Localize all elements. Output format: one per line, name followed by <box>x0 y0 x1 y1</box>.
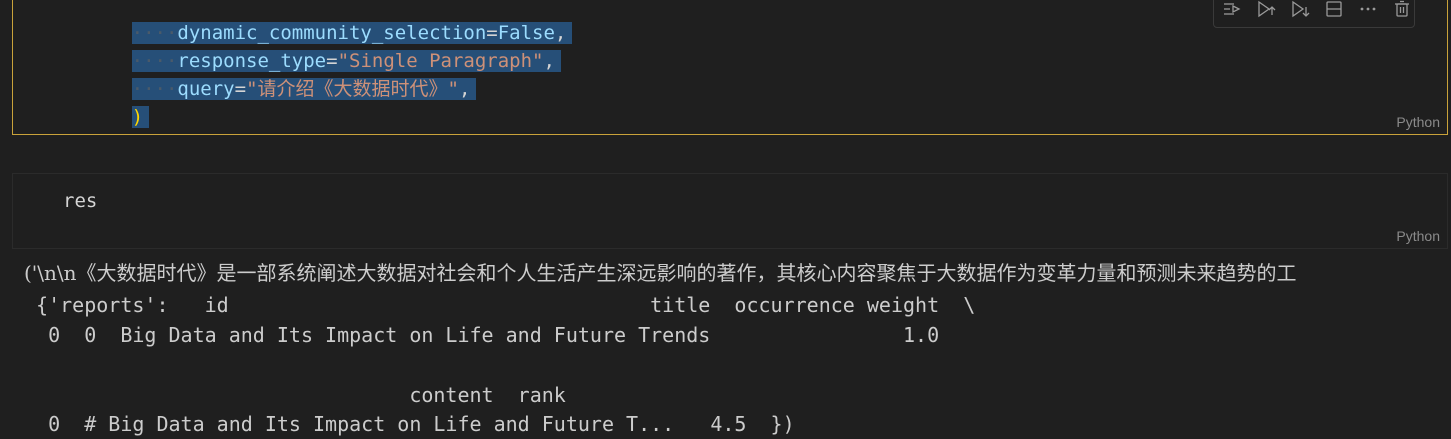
output-line: content rank <box>24 383 566 407</box>
comma: , <box>458 78 471 100</box>
output-line: ('\n\n《大数据时代》是一部系统阐述大数据对社会和个人生活产生深远影响的著作… <box>24 261 1297 285</box>
code-cell[interactable]: res Python <box>12 173 1448 249</box>
param-name: query <box>177 78 235 100</box>
code-line[interactable]: ····query="请介绍《大数据时代》", <box>63 47 477 100</box>
code-line[interactable]: ) <box>63 75 150 128</box>
code-line[interactable]: ····response_type="Single Paragraph", <box>63 19 561 72</box>
notebook-editor: ····dynamic_community_selection=False, ·… <box>0 0 1451 439</box>
more-actions-icon[interactable] <box>1358 0 1378 19</box>
cell-language-label[interactable]: Python <box>1396 228 1440 244</box>
execute-below-icon[interactable] <box>1290 0 1310 19</box>
cell-language-label[interactable]: Python <box>1396 114 1440 130</box>
execute-above-icon[interactable] <box>1256 0 1276 19</box>
code-line[interactable]: res <box>63 190 97 212</box>
cell-toolbar <box>1213 0 1415 28</box>
param-value: "请介绍《大数据时代》" <box>246 78 459 100</box>
delete-cell-icon[interactable] <box>1392 0 1412 19</box>
close-paren: ) <box>131 106 144 128</box>
output-line: 0 # Big Data and Its Impact on Life and … <box>24 412 795 436</box>
code-line[interactable]: ····dynamic_community_selection=False, <box>63 0 573 44</box>
comma: , <box>543 50 555 72</box>
run-by-line-icon[interactable] <box>1222 0 1242 19</box>
split-cell-icon[interactable] <box>1324 0 1344 19</box>
output-line: 0 0 Big Data and Its Impact on Life and … <box>24 323 940 347</box>
output-line: {'reports': id title occurrence weight \ <box>24 293 976 317</box>
equals-sign: = <box>234 78 247 100</box>
